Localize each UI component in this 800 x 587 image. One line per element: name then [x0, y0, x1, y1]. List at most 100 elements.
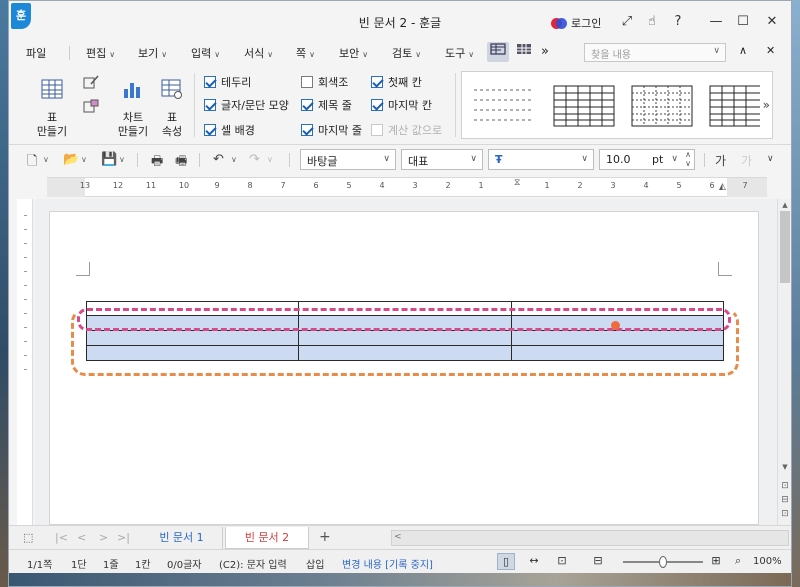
save-icon[interactable]: 💾 [101, 152, 117, 167]
check-first-column[interactable]: 첫째 칸 [371, 74, 422, 90]
check-border[interactable]: 테두리 [204, 74, 251, 90]
next-page-icon[interactable]: ⊡ [778, 509, 792, 519]
touch-mode-icon[interactable]: ☝ [642, 12, 662, 32]
minimize-icon[interactable]: — [706, 12, 726, 32]
fullscreen-icon[interactable]: ⤢ [617, 12, 637, 32]
check-last-column[interactable]: 마지막 칸 [371, 97, 432, 113]
table-draw-icon[interactable] [81, 75, 101, 93]
font-name-select[interactable]: Ŧ ∨ [488, 149, 594, 170]
check-cell-background[interactable]: 셀 배경 [204, 122, 255, 138]
menu-insert[interactable]: 입력 ∨ [191, 45, 220, 61]
next-tab-icon[interactable]: > [99, 531, 108, 544]
page-view-icon[interactable]: ▯ [497, 553, 515, 570]
right-margin-marker-icon[interactable]: ◭ [719, 182, 726, 192]
more-menus-icon[interactable]: » [541, 44, 549, 59]
menu-review[interactable]: 검토 ∨ [392, 45, 421, 61]
check-char-para-shape[interactable]: 글자/문단 모양 [204, 97, 289, 113]
tab-list-icon[interactable]: ⬚ [23, 531, 33, 544]
check-header-row[interactable]: 제목 줄 [301, 97, 352, 113]
menu-tools[interactable]: 도구 ∨ [445, 45, 474, 61]
horizontal-ruler[interactable]: 13 12 11 10 9 8 7 6 5 4 3 2 1 1 2 3 4 5 … [47, 177, 767, 197]
login-button[interactable]: 로그인 [551, 14, 601, 32]
menu-edit[interactable]: 편집 ∨ [86, 45, 115, 61]
zoom-out-icon[interactable]: ⊟ [589, 553, 607, 570]
prev-page-icon[interactable]: ⊡ [778, 481, 792, 491]
undo-icon[interactable]: ↶ [213, 152, 224, 167]
table-style-gallery[interactable]: » [461, 71, 773, 139]
search-placeholder: 찾을 내용 [591, 50, 631, 61]
table-layout-tab-icon[interactable] [513, 42, 535, 62]
menu-security[interactable]: 보안 ∨ [339, 45, 368, 61]
create-chart-button[interactable]: 차트 만들기 [115, 79, 151, 139]
print-preview-icon[interactable]: 🖷 [175, 152, 187, 174]
zoom-slider-knob[interactable] [659, 556, 667, 568]
add-tab-button[interactable]: + [319, 529, 331, 545]
status-section: 1단 [71, 560, 87, 571]
font-size-field[interactable]: 10.0 pt ∨ ∧ ∨ [599, 149, 695, 170]
document-page[interactable] [49, 211, 759, 525]
menu-view[interactable]: 보기 ∨ [138, 45, 167, 61]
table-style-plain[interactable] [472, 84, 536, 128]
menu-format[interactable]: 서식 ∨ [244, 45, 273, 61]
char-shape-button[interactable]: 가 [715, 152, 726, 169]
table-design-tab-icon[interactable] [487, 42, 509, 62]
table-style-grid[interactable] [552, 84, 616, 128]
indent-marker-icon[interactable]: ⧖ [514, 178, 520, 188]
zoom-search-icon[interactable]: ⌕ [735, 554, 741, 568]
bar-chart-icon [124, 83, 140, 98]
table-style-header[interactable] [708, 84, 760, 128]
chevron-down-icon: ∨ [214, 50, 221, 59]
scroll-thumb[interactable] [780, 211, 790, 283]
open-folder-icon[interactable]: 📂 [63, 152, 79, 167]
table-style-dotted[interactable] [630, 84, 694, 128]
create-table-button[interactable]: 표 만들기 [31, 79, 73, 139]
tab-doc-2[interactable]: 빈 문서 2 [225, 527, 309, 549]
close-doc-icon[interactable]: ✕ [766, 44, 775, 57]
scroll-down-icon[interactable]: ▼ [778, 463, 792, 471]
check-grayscale[interactable]: 회색조 [301, 74, 348, 90]
close-icon[interactable]: ✕ [762, 12, 782, 32]
collapse-ribbon-icon[interactable]: ∧ [739, 44, 747, 57]
zoom-in-icon[interactable]: ⊞ [707, 553, 725, 570]
search-input[interactable]: 찾을 내용 ∨ [584, 43, 726, 62]
checkbox-icon [301, 76, 313, 88]
scroll-up-icon[interactable]: ▲ [778, 201, 792, 209]
tab-doc-1[interactable]: 빈 문서 1 [141, 527, 223, 549]
zoom-level[interactable]: 100% [753, 556, 782, 567]
print-icon[interactable]: 🖶 [151, 152, 163, 174]
font-group-select[interactable]: 대표 ∨ [401, 149, 483, 170]
expand-toolbar-icon[interactable]: ∨ [767, 154, 774, 164]
menu-page[interactable]: 쪽 ∨ [296, 45, 315, 61]
last-tab-icon[interactable]: >| [117, 531, 130, 544]
chevron-down-icon[interactable]: ∨ [81, 155, 87, 164]
gallery-more-icon[interactable]: » [763, 98, 770, 112]
chevron-down-icon[interactable]: ∨ [119, 155, 125, 164]
chevron-down-icon[interactable]: ∨ [713, 46, 720, 56]
help-icon[interactable]: ? [668, 12, 688, 32]
paragraph-style-select[interactable]: 바탕글 ∨ [300, 149, 396, 170]
table-erase-icon[interactable] [81, 99, 101, 117]
vertical-scrollbar[interactable]: ▲ ▼ ⊡ ⊟ ⊡ [777, 199, 791, 525]
status-page[interactable]: 1/1쪽 [27, 556, 52, 571]
table-properties-button[interactable]: 표 속성 [157, 79, 187, 139]
vertical-ruler[interactable] [17, 199, 33, 525]
status-insert[interactable]: 삽입 [306, 556, 324, 571]
first-tab-icon[interactable]: |< [55, 531, 68, 544]
page-jump-icon[interactable]: ⊟ [778, 495, 792, 505]
document-area[interactable] [35, 199, 777, 525]
maximize-icon[interactable]: ☐ [733, 12, 753, 32]
chevron-down-icon[interactable]: ∨ [671, 154, 678, 164]
stepper-icon[interactable]: ∧ ∨ [685, 150, 691, 168]
scroll-left-icon[interactable]: < [394, 532, 402, 542]
width-view-icon[interactable]: ↔ [525, 553, 543, 570]
chevron-down-icon[interactable]: ∨ [43, 155, 49, 164]
menu-file[interactable]: 파일 [26, 45, 46, 61]
status-track-changes[interactable]: 변경 내용 [기록 중지] [342, 556, 433, 571]
horizontal-scrollbar[interactable]: < [391, 530, 789, 546]
new-doc-icon[interactable]: 🗋 [27, 152, 37, 174]
check-last-row[interactable]: 마지막 줄 [301, 122, 362, 138]
prev-tab-icon[interactable]: < [77, 531, 86, 544]
chevron-down-icon[interactable]: ∨ [231, 155, 237, 164]
chevron-down-icon: ∨ [415, 50, 422, 59]
fit-page-icon[interactable]: ⊡ [553, 553, 571, 570]
